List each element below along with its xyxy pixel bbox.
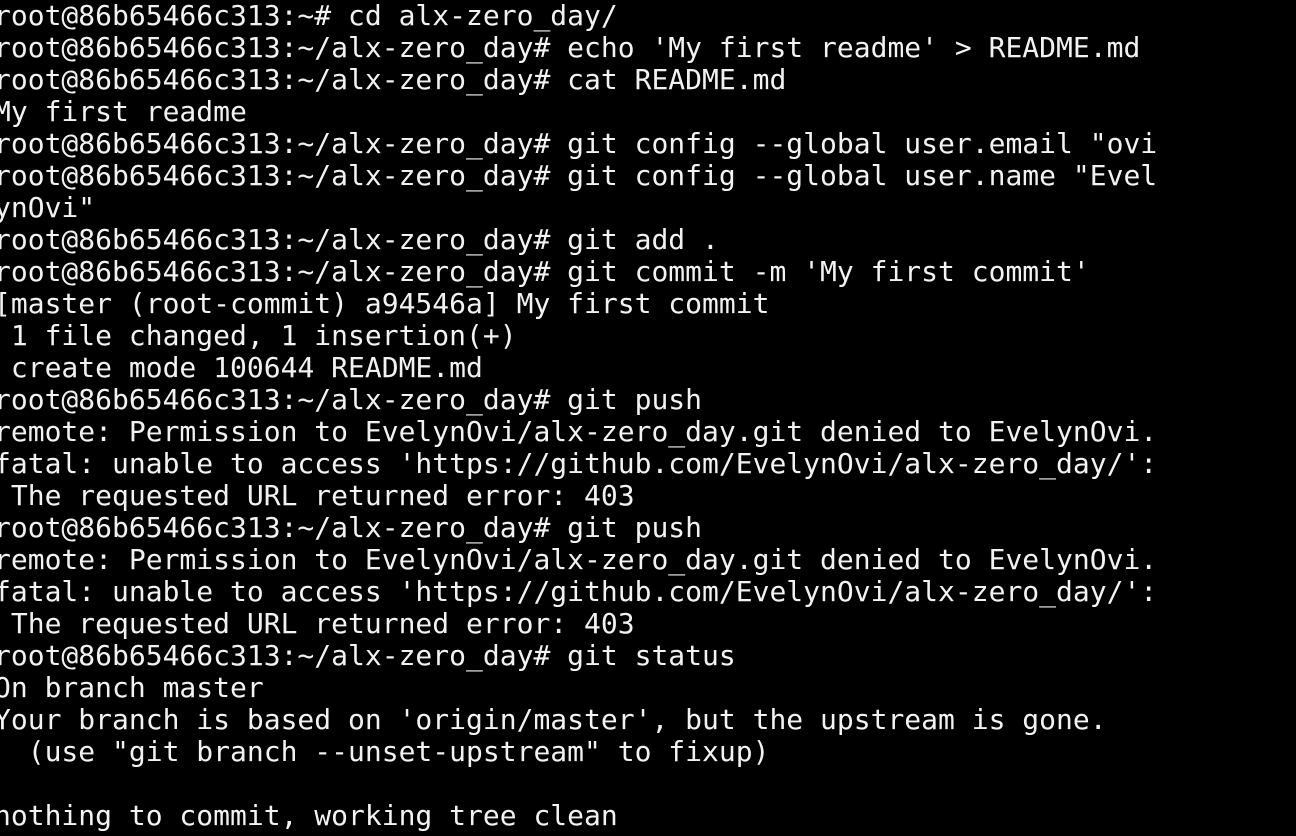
terminal-line: fatal: unable to access 'https://github.… xyxy=(0,447,1158,480)
terminal-line: root@86b65466c313:~/alx-zero_day# git pu… xyxy=(0,383,703,416)
terminal-line: ynOvi" xyxy=(0,191,96,224)
terminal-line: (use "git branch --unset-upstream" to fi… xyxy=(0,735,770,768)
terminal-line: The requested URL returned error: 403 xyxy=(0,479,635,512)
terminal-line: [master (root-commit) a94546a] My first … xyxy=(0,287,770,320)
terminal-line: root@86b65466c313:~# cd alx-zero_day/ xyxy=(0,0,618,32)
terminal-line: 1 file changed, 1 insertion(+) xyxy=(0,319,517,352)
terminal-line: root@86b65466c313:~/alx-zero_day# cat RE… xyxy=(0,63,787,96)
terminal-line: fatal: unable to access 'https://github.… xyxy=(0,575,1158,608)
terminal-line: remote: Permission to EvelynOvi/alx-zero… xyxy=(0,543,1158,576)
terminal-line: root@86b65466c313:~/alx-zero_day# git co… xyxy=(0,127,1158,160)
terminal-line: root@86b65466c313:~/alx-zero_day# git ad… xyxy=(0,223,719,256)
terminal-line: root@86b65466c313:~/alx-zero_day# git co… xyxy=(0,159,1158,192)
terminal-line: root@86b65466c313:~/alx-zero_day# git pu… xyxy=(0,511,703,544)
terminal-line: Your branch is based on 'origin/master',… xyxy=(0,703,1107,736)
terminal-line: nothing to commit, working tree clean xyxy=(0,799,618,832)
terminal-line: root@86b65466c313:~/alx-zero_day# git st… xyxy=(0,639,736,672)
terminal-line: create mode 100644 README.md xyxy=(0,351,483,384)
terminal-line: root@86b65466c313:~/alx-zero_day# echo '… xyxy=(0,31,1141,64)
terminal-window[interactable]: root@86b65466c313:~# cd alx-zero_day/ ro… xyxy=(0,0,1296,836)
terminal-line: root@86b65466c313:~/alx-zero_day# git co… xyxy=(0,255,1090,288)
terminal-line: My first readme xyxy=(0,95,247,128)
terminal-line: remote: Permission to EvelynOvi/alx-zero… xyxy=(0,415,1158,448)
terminal-line: The requested URL returned error: 403 xyxy=(0,607,635,640)
terminal-line: On branch master xyxy=(0,671,264,704)
